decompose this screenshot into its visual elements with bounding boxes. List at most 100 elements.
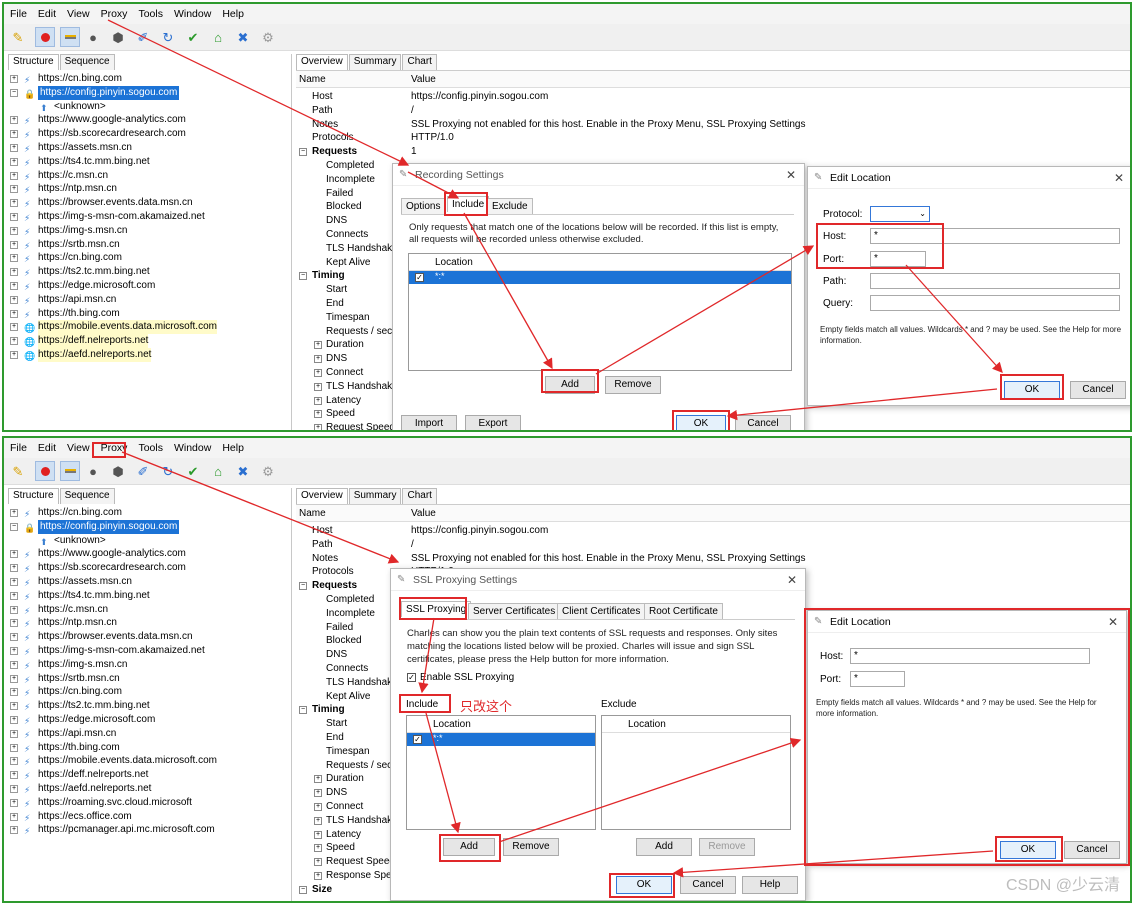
- expand-icon[interactable]: +: [10, 564, 18, 573]
- tree-row[interactable]: + ⚡ https://ts4.tc.mm.bing.net: [8, 155, 291, 169]
- tree-row[interactable]: + 🌐 https://aefd.nelreports.net: [8, 347, 291, 362]
- expand-icon[interactable]: +: [10, 309, 18, 318]
- validate-icon[interactable]: ✔: [185, 29, 201, 45]
- throttle-icon[interactable]: [60, 461, 80, 481]
- close-icon[interactable]: ✕: [787, 569, 797, 591]
- settings-gear-icon[interactable]: ⚙: [260, 29, 276, 45]
- enable-ssl-checkbox[interactable]: ✓: [407, 673, 416, 682]
- checkbox-icon[interactable]: ✓: [413, 735, 422, 744]
- tree-row[interactable]: + 🌐 https://mobile.events.data.microsoft.c…: [8, 320, 291, 335]
- tab-summary[interactable]: Summary: [348, 54, 402, 70]
- menu-edit[interactable]: Edit: [38, 442, 56, 454]
- tree-row[interactable]: + ⚡ https://img-s.msn.cn: [8, 658, 291, 672]
- tree-row[interactable]: + ⚡ https://ecs.office.com: [8, 810, 291, 824]
- table-row[interactable]: ✓ *:*: [409, 271, 791, 284]
- menu-edit[interactable]: Edit: [38, 8, 56, 20]
- tree-row[interactable]: + ⚡ https://edge.microsoft.com: [8, 713, 291, 727]
- tab-chart[interactable]: Chart: [402, 488, 437, 504]
- tree-row[interactable]: + ⚡ https://pcmanager.api.mc.microsoft.com: [8, 823, 291, 837]
- expand-icon[interactable]: +: [10, 743, 18, 752]
- tools-icon[interactable]: ✖: [235, 463, 251, 479]
- expand-icon[interactable]: +: [10, 130, 18, 139]
- expand-icon[interactable]: +: [10, 619, 18, 628]
- expand-icon[interactable]: +: [10, 812, 18, 821]
- cancel-button[interactable]: Cancel: [680, 876, 736, 894]
- tab-overview[interactable]: Overview: [296, 54, 348, 70]
- expand-icon[interactable]: +: [10, 323, 18, 332]
- expand-icon[interactable]: +: [314, 396, 322, 405]
- menu-proxy[interactable]: Proxy: [101, 8, 128, 20]
- expand-icon[interactable]: +: [10, 268, 18, 277]
- expand-icon[interactable]: +: [10, 337, 18, 346]
- throttle-icon[interactable]: [60, 27, 80, 47]
- help-button[interactable]: Help: [742, 876, 798, 894]
- menu-window[interactable]: Window: [174, 442, 211, 454]
- tree-row[interactable]: + ⚡ https://aefd.nelreports.net: [8, 782, 291, 796]
- expand-icon[interactable]: +: [314, 382, 322, 391]
- tree-row[interactable]: + ⚡ https://www.google-analytics.com: [8, 547, 291, 561]
- expand-icon[interactable]: +: [10, 715, 18, 724]
- tree-row[interactable]: + ⚡ https://ntp.msn.cn: [8, 616, 291, 630]
- tab-summary[interactable]: Summary: [348, 488, 402, 504]
- tab-root-certificate[interactable]: Root Certificate: [644, 603, 723, 619]
- tab-client-certificates[interactable]: Client Certificates: [557, 603, 646, 619]
- tree-row[interactable]: ⬆ <unknown>: [8, 100, 291, 114]
- breakpoint-icon[interactable]: ⬢: [110, 463, 126, 479]
- expand-icon[interactable]: +: [314, 816, 322, 825]
- exclude-add-button[interactable]: Add: [636, 838, 692, 856]
- tree-row[interactable]: + ⚡ https://ntp.msn.cn: [8, 182, 291, 196]
- expand-icon[interactable]: +: [314, 789, 322, 798]
- tree-row[interactable]: + ⚡ https://mobile.events.data.microsoft.c…: [8, 754, 291, 768]
- tree-row[interactable]: + ⚡ https://srtb.msn.cn: [8, 238, 291, 252]
- path-field[interactable]: [870, 273, 1120, 289]
- tree-row[interactable]: + ⚡ https://browser.events.data.msn.cn: [8, 196, 291, 210]
- collapse-icon[interactable]: −: [299, 148, 307, 157]
- broom-icon[interactable]: ✎: [10, 463, 26, 479]
- expand-icon[interactable]: +: [10, 702, 18, 711]
- menu-view[interactable]: View: [67, 8, 90, 20]
- tab-exclude[interactable]: Exclude: [487, 198, 533, 214]
- checkbox-icon[interactable]: ✓: [415, 273, 424, 282]
- broom-icon[interactable]: ✎: [10, 29, 26, 45]
- tree-row[interactable]: + ⚡ https://img-s.msn.cn: [8, 224, 291, 238]
- expand-icon[interactable]: +: [314, 355, 322, 364]
- collapse-icon[interactable]: −: [10, 522, 18, 531]
- tree-row[interactable]: − 🔒 https://config.pinyin.sogou.com: [8, 85, 291, 100]
- menu-file[interactable]: File: [10, 442, 27, 454]
- include-remove-button[interactable]: Remove: [503, 838, 559, 856]
- expand-icon[interactable]: +: [10, 674, 18, 683]
- menu-tools[interactable]: Tools: [138, 442, 163, 454]
- expand-icon[interactable]: +: [314, 830, 322, 839]
- tree-row[interactable]: + ⚡ https://th.bing.com: [8, 307, 291, 321]
- tree-row[interactable]: + ⚡ https://deff.nelreports.net: [8, 768, 291, 782]
- expand-icon[interactable]: +: [10, 509, 18, 517]
- tab-overview[interactable]: Overview: [296, 488, 348, 504]
- refresh-icon[interactable]: ↻: [160, 463, 176, 479]
- cancel-button[interactable]: Cancel: [1070, 381, 1126, 399]
- expand-icon[interactable]: +: [10, 550, 18, 559]
- tab-sequence[interactable]: Sequence: [59, 488, 115, 504]
- tree-row[interactable]: + ⚡ https://cn.bing.com: [8, 72, 291, 86]
- expand-icon[interactable]: +: [10, 185, 18, 194]
- basket-icon[interactable]: ⌂: [210, 29, 226, 45]
- remove-button[interactable]: Remove: [605, 376, 661, 394]
- expand-icon[interactable]: +: [10, 757, 18, 766]
- expand-icon[interactable]: +: [10, 577, 18, 586]
- menu-view[interactable]: View: [67, 442, 90, 454]
- tree-row[interactable]: − 🔒 https://config.pinyin.sogou.com: [8, 519, 291, 534]
- expand-icon[interactable]: +: [314, 424, 322, 430]
- expand-icon[interactable]: +: [10, 157, 18, 166]
- compose-icon[interactable]: ✐: [135, 29, 151, 45]
- expand-icon[interactable]: +: [10, 605, 18, 614]
- menu-window[interactable]: Window: [174, 8, 211, 20]
- refresh-icon[interactable]: ↻: [160, 29, 176, 45]
- tab-options[interactable]: Options: [401, 198, 446, 214]
- record-icon[interactable]: [35, 27, 55, 47]
- tree-row[interactable]: + ⚡ https://api.msn.cn: [8, 293, 291, 307]
- expand-icon[interactable]: +: [10, 784, 18, 793]
- tree-row[interactable]: + ⚡ https://browser.events.data.msn.cn: [8, 630, 291, 644]
- exclude-remove-button[interactable]: Remove: [699, 838, 755, 856]
- tree-row[interactable]: + ⚡ https://c.msn.cn: [8, 169, 291, 183]
- expand-icon[interactable]: +: [314, 410, 322, 419]
- expand-icon[interactable]: +: [10, 171, 18, 180]
